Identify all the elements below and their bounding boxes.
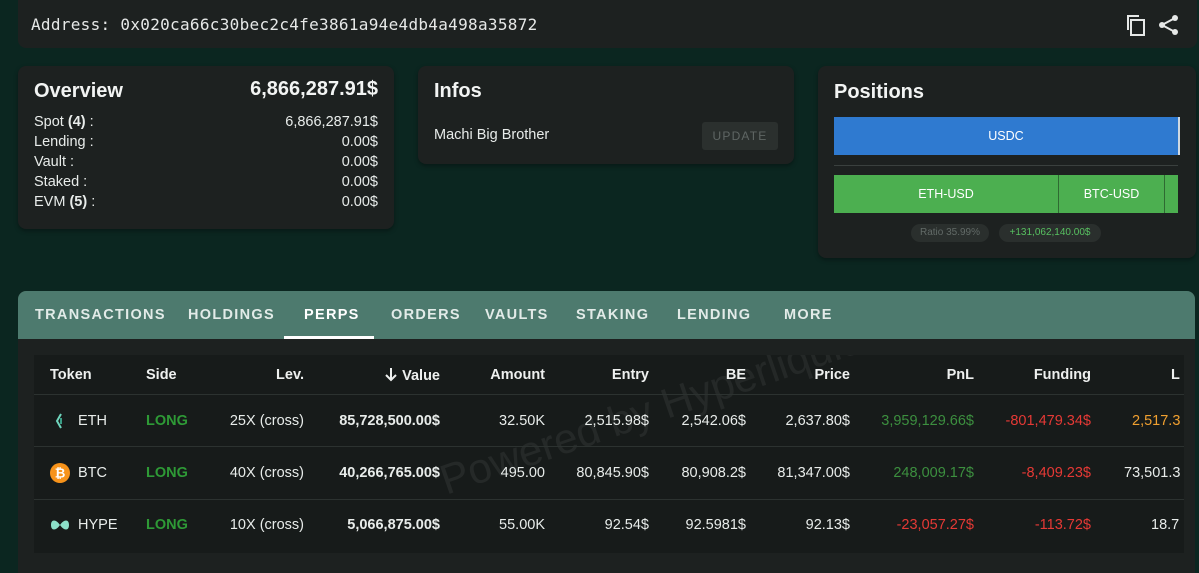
header-lev[interactable]: Lev. — [276, 367, 304, 383]
arrow-down-icon — [385, 368, 397, 382]
header-price[interactable]: Price — [815, 367, 850, 383]
header-pnl[interactable]: PnL — [947, 367, 974, 383]
overview-title: Overview — [34, 80, 123, 102]
wallet-name: Machi Big Brother — [434, 127, 550, 143]
overview-row-lending: Lending : 0.00$ — [34, 134, 378, 154]
token-name: HYPE — [78, 517, 118, 533]
copy-icon[interactable] — [1125, 14, 1147, 36]
details-panel: TRANSACTIONS HOLDINGS PERPS ORDERS VAULT… — [18, 291, 1195, 573]
mark-price: 2,637.80$ — [785, 413, 850, 429]
header-liquidation[interactable]: L — [1171, 367, 1180, 383]
overview-label: Staked : — [34, 174, 88, 190]
liquidation-price: 73,501.3 — [1124, 465, 1181, 481]
liquidation-price: 2,517.3 — [1132, 413, 1181, 429]
overview-value: 0.00$ — [341, 134, 378, 150]
header-funding[interactable]: Funding — [1034, 367, 1091, 383]
breakeven-price: 2,542.06$ — [681, 413, 746, 429]
leverage: 40X (cross) — [229, 465, 304, 481]
tab-vaults[interactable]: VAULTS — [485, 291, 549, 339]
overview-row-spot: Spot (4) : 6,866,287.91$ — [34, 114, 378, 134]
entry-price: 92.54$ — [604, 517, 649, 533]
mark-price: 81,347.00$ — [777, 465, 850, 481]
ratio-pill: Ratio 35.99% — [911, 224, 989, 242]
liquidation-price: 18.7 — [1151, 517, 1180, 533]
leverage: 25X (cross) — [229, 413, 304, 429]
overview-label: Lending : — [34, 134, 94, 150]
position-value: 40,266,765.00$ — [339, 465, 440, 481]
breakeven-price: 92.5981$ — [685, 517, 746, 533]
tab-orders[interactable]: ORDERS — [391, 291, 461, 339]
infos-title: Infos — [434, 80, 482, 102]
pnl-value: 3,959,129.66$ — [881, 413, 974, 429]
tab-transactions[interactable]: TRANSACTIONS — [35, 291, 166, 339]
overview-row-evm: EVM (5) : 0.00$ — [34, 194, 378, 214]
pnl-value: -23,057.27$ — [896, 517, 974, 533]
position-amount: 495.00 — [500, 465, 545, 481]
share-icon[interactable] — [1158, 14, 1180, 36]
row-divider — [34, 394, 1184, 395]
row-divider — [34, 446, 1184, 447]
leverage: 10X (cross) — [229, 517, 304, 533]
side-badge: LONG — [146, 413, 188, 429]
positions-divider — [834, 165, 1178, 166]
side-badge: LONG — [146, 517, 188, 533]
overview-total: 6,866,287.91$ — [250, 78, 378, 100]
overview-value: 0.00$ — [341, 194, 378, 210]
token-name: BTC — [78, 465, 107, 481]
position-value: 85,728,500.00$ — [339, 413, 440, 429]
infos-card: Infos Machi Big Brother UPDATE — [418, 66, 794, 164]
header-entry[interactable]: Entry — [612, 367, 649, 383]
tab-holdings[interactable]: HOLDINGS — [188, 291, 275, 339]
funding-value: -8,409.23$ — [1021, 465, 1091, 481]
overview-card: Overview 6,866,287.91$ Spot (4) : 6,866,… — [18, 66, 394, 229]
perps-table: Powered by Hyperliquid Token Side Lev. V… — [34, 355, 1184, 553]
tab-lending[interactable]: LENDING — [677, 291, 751, 339]
position-bar-btc-usd[interactable]: BTC-USD — [1059, 175, 1164, 213]
funding-value: -113.72$ — [1034, 517, 1091, 533]
position-value: 5,066,875.00$ — [347, 517, 440, 533]
header-be[interactable]: BE — [726, 367, 746, 383]
positions-title: Positions — [834, 81, 925, 103]
overview-value: 6,866,287.91$ — [285, 114, 378, 130]
header-token[interactable]: Token — [50, 367, 92, 383]
position-amount: 55.00K — [499, 517, 545, 533]
position-bar-hype-usd[interactable] — [1165, 175, 1178, 213]
funding-value: -801,479.34$ — [1005, 413, 1091, 429]
overview-label: EVM (5) : — [34, 194, 96, 210]
hype-icon — [50, 515, 70, 535]
overview-label: Spot (4) : — [34, 114, 94, 130]
mark-price: 92.13$ — [805, 517, 850, 533]
token-name: ETH — [78, 413, 107, 429]
svg-text:₿: ₿ — [55, 467, 66, 482]
wallet-address: Address: 0x020ca66c30bec2c4fe3861a94e4db… — [31, 15, 538, 34]
update-button[interactable]: UPDATE — [702, 122, 778, 150]
address-bar: Address: 0x020ca66c30bec2c4fe3861a94e4db… — [18, 0, 1197, 48]
tab-perps[interactable]: PERPS — [304, 291, 360, 339]
total-position-pill: +131,062,140.00$ — [999, 224, 1101, 242]
positions-card: Positions USDC ETH-USD BTC-USD Ratio 35.… — [818, 66, 1196, 258]
overview-value: 0.00$ — [341, 154, 378, 170]
btc-icon: ₿ — [50, 463, 70, 483]
tab-more[interactable]: MORE — [784, 291, 833, 339]
side-badge: LONG — [146, 465, 188, 481]
overview-row-vault: Vault : 0.00$ — [34, 154, 378, 174]
overview-value: 0.00$ — [341, 174, 378, 190]
row-divider — [34, 499, 1184, 500]
overview-label: Vault : — [34, 154, 75, 170]
overview-row-staked: Staked : 0.00$ — [34, 174, 378, 194]
pnl-value: 248,009.17$ — [893, 465, 974, 481]
position-amount: 32.50K — [499, 413, 545, 429]
position-bar-eth-usd[interactable]: ETH-USD — [834, 175, 1058, 213]
entry-price: 80,845.90$ — [576, 465, 649, 481]
tab-staking[interactable]: STAKING — [576, 291, 649, 339]
header-amount[interactable]: Amount — [490, 367, 545, 383]
breakeven-price: 80,908.2$ — [681, 465, 746, 481]
active-tab-indicator — [284, 336, 374, 339]
eth-icon — [50, 411, 70, 431]
entry-price: 2,515.98$ — [584, 413, 649, 429]
tab-bar: TRANSACTIONS HOLDINGS PERPS ORDERS VAULT… — [18, 291, 1195, 339]
header-value[interactable]: Value — [384, 367, 440, 384]
header-side[interactable]: Side — [146, 367, 177, 383]
position-bar-usdc[interactable]: USDC — [834, 117, 1180, 155]
